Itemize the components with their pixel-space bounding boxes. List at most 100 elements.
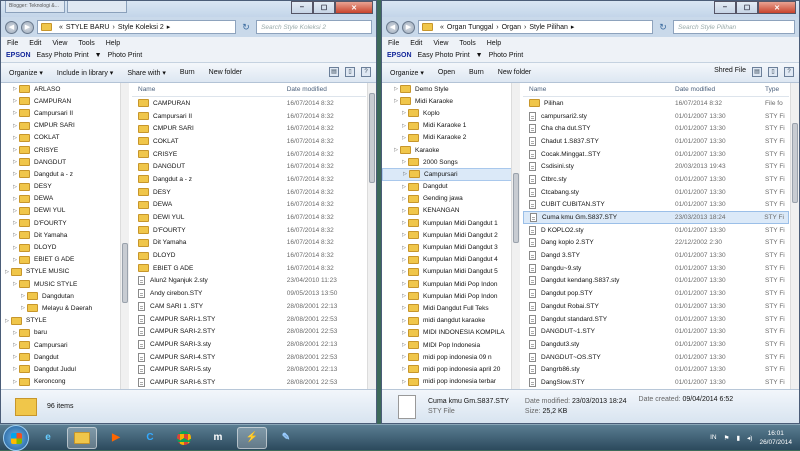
paint-icon[interactable]: ✎ xyxy=(271,427,301,449)
flag-icon[interactable]: ⚑ xyxy=(724,434,730,442)
file-row[interactable]: Dangdut kendang.S837.sty01/01/2007 13:30… xyxy=(523,275,789,288)
photo-print-button[interactable]: Photo Print xyxy=(489,52,524,59)
nav-tree-item[interactable]: ▷Dangdut a - z xyxy=(1,168,128,180)
winamp-icon[interactable]: ⚡ xyxy=(237,427,267,449)
title-bar[interactable]: Blogger: Teknologi &... ‒ ☐ ✕ xyxy=(1,1,376,17)
search-input[interactable]: Search Style Koleksi 2 xyxy=(256,20,372,34)
share-with-button[interactable]: Share with ▾ xyxy=(127,69,166,77)
file-row[interactable]: DangSlow.STY01/01/2007 13:30STY Fi xyxy=(523,376,789,389)
nav-tree-item[interactable]: ▷Keroncong xyxy=(1,376,128,388)
nav-tree-item[interactable]: ▷MIDI INDONESIA KOMPILA xyxy=(382,327,519,339)
nav-tree-item[interactable]: ▷D'FOURTY xyxy=(1,217,128,229)
file-row[interactable]: campursari2.sty01/01/2007 13:30STY Fi xyxy=(523,110,789,123)
easy-photo-print-button[interactable]: Easy Photo Print xyxy=(37,52,89,59)
expand-arrow-icon[interactable]: ▷ xyxy=(400,366,408,372)
organize-button[interactable]: Organize ▾ xyxy=(390,69,424,77)
scrollbar-thumb[interactable] xyxy=(369,93,375,183)
help-icon[interactable]: ? xyxy=(361,67,371,77)
file-row[interactable]: DEWI YUL16/07/2014 8:32 xyxy=(132,211,366,224)
expand-arrow-icon[interactable]: ▷ xyxy=(400,257,408,263)
nav-tree-item[interactable]: ▷EBIET G ADE xyxy=(1,254,128,266)
menu-help[interactable]: Help xyxy=(106,40,120,47)
file-row[interactable]: DANGDUT~OS.STY01/01/2007 13:30STY Fi xyxy=(523,351,789,364)
expand-arrow-icon[interactable]: ▷ xyxy=(400,330,408,336)
nav-tree-item[interactable]: ▷KENANGAN xyxy=(382,205,519,217)
expand-arrow-icon[interactable]: ▷ xyxy=(11,110,19,116)
expand-arrow-icon[interactable]: ▷ xyxy=(11,135,19,141)
menu-edit[interactable]: Edit xyxy=(410,40,422,47)
breadcrumb-item[interactable]: Organ Tunggal xyxy=(447,24,493,31)
back-button[interactable]: ◀ xyxy=(5,21,18,34)
view-options-icon[interactable]: ▤ xyxy=(752,67,762,77)
expand-arrow-icon[interactable]: ▷ xyxy=(11,184,19,190)
expand-arrow-icon[interactable]: ▷ xyxy=(400,196,408,202)
expand-arrow-icon[interactable]: ▷ xyxy=(400,220,408,226)
menu-tools[interactable]: Tools xyxy=(459,40,475,47)
nav-tree-item[interactable]: ▷Demo Style xyxy=(382,83,519,95)
file-row[interactable]: DANGDUT~1.STY01/01/2007 13:30STY Fi xyxy=(523,325,789,338)
expand-arrow-icon[interactable]: ▷ xyxy=(400,354,408,360)
file-row[interactable]: Dit Yamaha16/07/2014 8:32 xyxy=(132,237,366,250)
preview-pane-icon[interactable]: ▯ xyxy=(768,67,778,77)
file-row[interactable]: DANGDUT16/07/2014 8:32 xyxy=(132,160,366,173)
nav-tree-item[interactable]: ▷Midi Karaoke xyxy=(382,95,519,107)
expand-arrow-icon[interactable]: ▷ xyxy=(11,232,19,238)
nav-tree-item[interactable]: ▷Melayu & Daerah xyxy=(1,302,128,314)
help-icon[interactable]: ? xyxy=(784,67,794,77)
nav-scrollbar[interactable] xyxy=(120,83,129,389)
nav-tree-item[interactable]: ▷DESY xyxy=(1,181,128,193)
expand-arrow-icon[interactable]: ▷ xyxy=(11,354,19,360)
menu-edit[interactable]: Edit xyxy=(29,40,41,47)
file-row[interactable]: Dangdut pop.STY01/01/2007 13:30STY Fi xyxy=(523,287,789,300)
file-row[interactable]: CUBIT CUBITAN.STY01/01/2007 13:30STY Fi xyxy=(523,199,789,212)
file-row[interactable]: Dangdut standard.STY01/01/2007 13:30STY … xyxy=(523,313,789,326)
internet-explorer-icon[interactable]: e xyxy=(33,427,63,449)
address-bar[interactable]: « STYLE BARU › Style Koleksi 2 ▸ xyxy=(37,20,236,34)
forward-button[interactable]: ▶ xyxy=(21,21,34,34)
expand-arrow-icon[interactable]: ▷ xyxy=(400,293,408,299)
expand-arrow-icon[interactable]: ▷ xyxy=(400,379,408,385)
column-header-type[interactable]: Type xyxy=(759,86,789,93)
nav-tree-item[interactable]: ▷DEWA xyxy=(1,193,128,205)
nav-tree-item[interactable]: ▷COKLAT xyxy=(1,132,128,144)
file-row[interactable]: COKLAT16/07/2014 8:32 xyxy=(132,135,366,148)
expand-arrow-icon[interactable]: ▷ xyxy=(11,98,19,104)
menu-view[interactable]: View xyxy=(52,40,67,47)
expand-arrow-icon[interactable]: ▷ xyxy=(400,123,408,129)
nav-tree-item[interactable]: ▷Campursari xyxy=(1,339,128,351)
expand-arrow-icon[interactable]: ▷ xyxy=(11,86,19,92)
nav-tree-item[interactable]: ▷STYLE xyxy=(1,315,128,327)
nav-tree-item[interactable]: ▷Dit Yamaha xyxy=(1,229,128,241)
background-tab[interactable] xyxy=(67,1,127,13)
expand-arrow-icon[interactable]: ▷ xyxy=(11,281,19,287)
chrome-icon[interactable] xyxy=(169,427,199,449)
nav-tree-item[interactable]: ▷Campursari xyxy=(382,168,519,180)
maximize-button[interactable]: ☐ xyxy=(736,1,758,14)
file-row[interactable]: DLOYD16/07/2014 8:32 xyxy=(132,249,366,262)
preview-pane-icon[interactable]: ▯ xyxy=(345,67,355,77)
file-row[interactable]: CRISYE16/07/2014 8:32 xyxy=(132,148,366,161)
file-row[interactable]: Chadut 1.S837.STY01/01/2007 13:30STY Fi xyxy=(523,135,789,148)
media-player-icon[interactable]: ▶ xyxy=(101,427,131,449)
file-row[interactable]: Dang koplo 2.STY22/12/2002 2:30STY Fi xyxy=(523,237,789,250)
file-row[interactable]: Dangdut3.sty01/01/2007 13:30STY Fi xyxy=(523,338,789,351)
nav-tree-item[interactable]: ▷ARLASO xyxy=(1,83,128,95)
easy-photo-print-button[interactable]: Easy Photo Print xyxy=(418,52,470,59)
expand-arrow-icon[interactable]: ▷ xyxy=(392,147,400,153)
nav-tree-item[interactable]: ▷Midi Karaoke 2 xyxy=(382,132,519,144)
nav-tree-item[interactable]: ▷Dangdut xyxy=(1,351,128,363)
minimize-button[interactable]: ‒ xyxy=(291,1,313,14)
file-list-scrollbar[interactable] xyxy=(367,83,376,389)
refresh-icon[interactable]: ↻ xyxy=(656,22,670,33)
file-row[interactable]: Ctcabang.sty01/01/2007 13:30STY Fi xyxy=(523,186,789,199)
network-icon[interactable]: ▮ xyxy=(736,434,740,442)
new-folder-button[interactable]: New folder xyxy=(209,69,242,76)
file-row[interactable]: CAMPUR SARI-1.STY28/08/2001 22:53 xyxy=(132,313,366,326)
column-header-name[interactable]: Name xyxy=(523,86,669,93)
photo-print-button[interactable]: Photo Print xyxy=(108,52,143,59)
file-row[interactable]: Ctbrc.sty01/01/2007 13:30STY Fi xyxy=(523,173,789,186)
refresh-icon[interactable]: ↻ xyxy=(239,22,253,33)
maxthon-icon[interactable]: m xyxy=(203,427,233,449)
nav-tree-item[interactable]: ▷Kumpulan Midi Pop Indon xyxy=(382,278,519,290)
nav-tree-item[interactable]: ▷midi dangdut karaoke xyxy=(382,315,519,327)
